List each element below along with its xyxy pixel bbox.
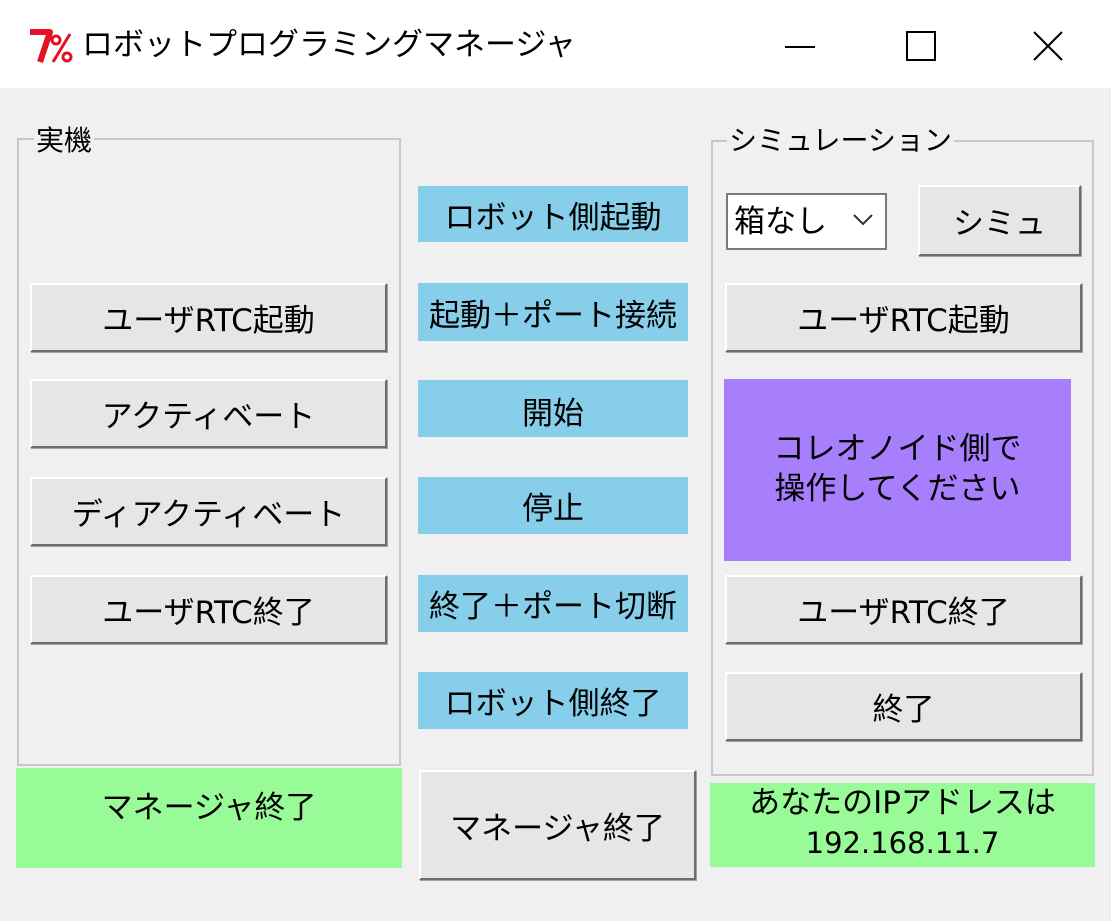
- start-connect-button[interactable]: 起動＋ポート接続: [418, 283, 688, 341]
- end-disconnect-button[interactable]: 終了＋ポート切断: [418, 575, 688, 632]
- deactivate-button[interactable]: ディアクティベート: [30, 477, 387, 546]
- real-machine-group-label: 実機: [34, 124, 95, 158]
- real-stop-user-rtc-button[interactable]: ユーザRTC終了: [30, 575, 387, 644]
- window-title: ロボットプログラミングマネージャ: [82, 27, 576, 63]
- sim-message-line-1: コレオノイド側で: [773, 431, 1022, 467]
- maximize-button[interactable]: [876, 16, 966, 76]
- stop-button[interactable]: 停止: [418, 477, 688, 534]
- real-machine-group: [17, 138, 401, 766]
- maximize-icon: [906, 31, 936, 61]
- ip-address-value: 192.168.11.7: [805, 826, 1000, 860]
- activate-button[interactable]: アクティベート: [30, 379, 387, 448]
- begin-button[interactable]: 開始: [418, 380, 688, 437]
- sim-button[interactable]: シミュ: [918, 185, 1081, 256]
- real-status-text: マネージャ終了: [101, 790, 317, 826]
- robot-start-button[interactable]: ロボット側起動: [418, 186, 688, 242]
- app-logo-icon: [28, 26, 74, 66]
- manager-end-button[interactable]: マネージャ終了: [419, 770, 696, 880]
- sim-start-user-rtc-button[interactable]: ユーザRTC起動: [725, 283, 1082, 352]
- real-status-panel: マネージャ終了: [16, 768, 402, 868]
- chevron-down-icon: [853, 214, 873, 226]
- title-bar: ロボットプログラミングマネージャ: [0, 0, 1111, 88]
- robot-end-button[interactable]: ロボット側終了: [418, 672, 688, 729]
- simulation-select-value: 箱なし: [734, 204, 827, 240]
- close-button[interactable]: [1004, 16, 1094, 76]
- minimize-button[interactable]: [755, 16, 845, 76]
- close-icon: [1033, 31, 1063, 61]
- ip-address-label: あなたのIPアドレスは: [749, 785, 1056, 821]
- sim-message-panel: コレオノイド側で 操作してください: [724, 379, 1071, 561]
- ip-address-panel: あなたのIPアドレスは 192.168.11.7: [710, 783, 1095, 867]
- minimize-icon: [785, 46, 815, 48]
- sim-stop-user-rtc-button[interactable]: ユーザRTC終了: [725, 575, 1082, 644]
- simulation-group-label: シミュレーション: [727, 124, 954, 158]
- real-start-user-rtc-button[interactable]: ユーザRTC起動: [30, 283, 387, 352]
- sim-message-line-2: 操作してください: [774, 471, 1021, 507]
- sim-end-button[interactable]: 終了: [725, 672, 1082, 741]
- simulation-select[interactable]: 箱なし: [726, 193, 887, 250]
